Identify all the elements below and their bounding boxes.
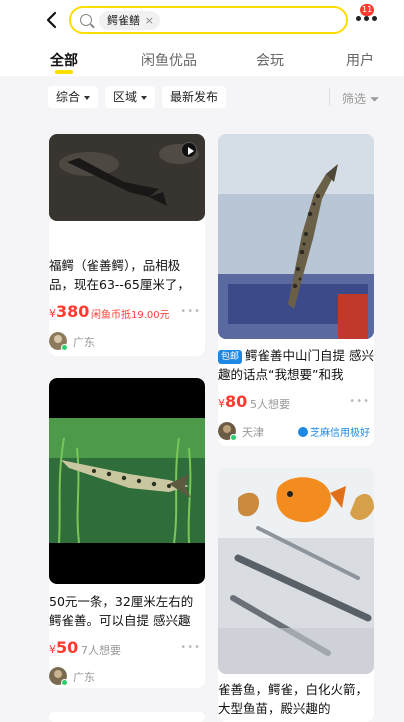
screen-filter[interactable]: 筛选 ⏷	[342, 90, 379, 107]
search-input[interactable]: 鳄雀鳝 ×	[69, 6, 348, 34]
product-card[interactable]: 包邮 鳄雀善中山门自提 感兴趣的话点“我想要”和我 ¥80 5人想要 ••• 天津…	[218, 134, 374, 446]
fish-photo	[49, 378, 205, 584]
product-image[interactable]	[218, 468, 374, 674]
product-image[interactable]	[49, 378, 205, 584]
fish-photo	[218, 134, 374, 339]
video-play-icon	[181, 142, 197, 158]
filter-bar: 综合 区域 最新发布 筛选 ⏷	[0, 76, 404, 116]
product-price: ¥380	[49, 302, 89, 321]
category-tabs: 全部 闲鱼优品 会玩 用户	[0, 40, 404, 76]
online-dot	[61, 344, 68, 351]
credit-label: 芝麻信用极好	[310, 428, 370, 439]
sort-label: 综合	[56, 90, 81, 104]
seller-info: 天津 芝麻信用极好	[218, 422, 374, 442]
product-card[interactable]: 雀善鱼，鳄雀，白化火箭，大型鱼苗，殿兴趣的	[218, 468, 374, 722]
price-value: 80	[225, 392, 248, 411]
sort-filter[interactable]: 综合	[48, 86, 99, 108]
price-value: 50	[56, 638, 79, 657]
product-card[interactable]: 福鳄（雀善鳄），品相极品，现在63--65厘米了， ¥380 闲鱼币抵19.00…	[49, 134, 205, 356]
active-tab-indicator	[55, 70, 73, 74]
region-filter[interactable]: 区域	[105, 86, 156, 108]
more-options-icon[interactable]: •••	[180, 306, 201, 317]
currency-symbol: ¥	[218, 397, 225, 410]
product-image[interactable]	[49, 134, 205, 221]
product-price: ¥80	[218, 392, 247, 411]
tab-users[interactable]: 用户	[346, 50, 374, 70]
latest-filter[interactable]: 最新发布	[162, 86, 227, 108]
seller-location: 天津	[242, 426, 264, 439]
currency-symbol: ¥	[49, 307, 56, 320]
product-title: 包邮 鳄雀善中山门自提 感兴趣的话点“我想要”和我	[218, 346, 374, 384]
product-price: ¥50	[49, 638, 78, 657]
divider	[329, 88, 330, 106]
credit-badge: 芝麻信用极好	[298, 424, 370, 439]
want-count: 5人想要	[250, 398, 290, 411]
more-menu-icon[interactable]	[356, 16, 378, 22]
tab-premium[interactable]: 闲鱼优品	[141, 50, 197, 70]
seller-info: 广东	[49, 667, 205, 687]
sesame-credit-icon	[298, 427, 308, 437]
search-icon	[80, 14, 92, 26]
fish-photo	[218, 468, 374, 674]
search-keyword: 鳄雀鳝	[107, 14, 140, 27]
product-title: 50元一条，32厘米左右的鳄雀善。可以自提 感兴趣	[49, 594, 194, 628]
tab-all[interactable]: 全部	[50, 50, 78, 70]
product-image[interactable]	[218, 134, 374, 339]
currency-symbol: ¥	[49, 643, 56, 656]
top-bar: 鳄雀鳝 × 11	[0, 0, 404, 40]
product-title: 雀善鱼，鳄雀，白化火箭，大型鱼苗，殿兴趣的	[218, 682, 369, 716]
more-options-icon[interactable]: •••	[180, 642, 201, 653]
product-card[interactable]	[49, 712, 205, 722]
more-options-icon[interactable]: •••	[349, 396, 370, 407]
online-dot	[61, 679, 68, 686]
clear-keyword-icon[interactable]: ×	[145, 11, 154, 30]
chevron-down-icon	[141, 95, 148, 100]
notification-badge: 11	[360, 4, 375, 16]
tab-play[interactable]: 会玩	[256, 50, 284, 70]
back-arrow-icon[interactable]	[42, 10, 62, 30]
seller-location: 广东	[73, 336, 95, 349]
seller-info: 广东	[49, 332, 205, 352]
want-count: 7人想要	[81, 644, 121, 657]
coin-discount: 闲鱼币抵19.00元	[91, 310, 170, 321]
product-title: 福鳄（雀善鳄），品相极品，现在63--65厘米了，	[49, 258, 190, 292]
online-dot	[230, 434, 237, 441]
seller-location: 广东	[73, 671, 95, 684]
chevron-down-icon	[84, 95, 91, 100]
search-keyword-chip[interactable]: 鳄雀鳝 ×	[99, 11, 160, 30]
screen-label: 筛选	[342, 92, 367, 106]
free-shipping-tag: 包邮	[218, 350, 243, 364]
region-label: 区域	[113, 90, 138, 104]
product-card[interactable]: 50元一条，32厘米左右的鳄雀善。可以自提 感兴趣 ¥50 7人想要 ••• 广…	[49, 378, 205, 688]
price-value: 380	[56, 302, 90, 321]
